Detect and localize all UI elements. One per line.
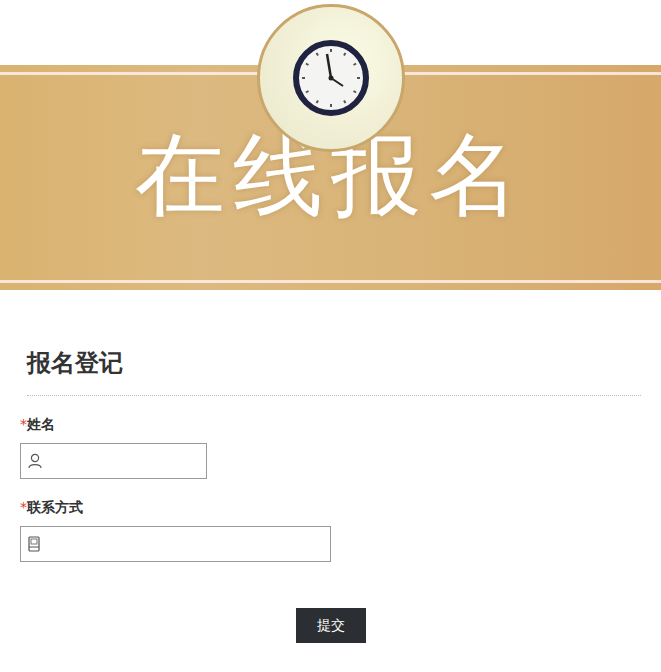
submit-button[interactable]: 提交 (296, 608, 366, 643)
field-label: *姓名 (20, 414, 641, 435)
phone-icon (21, 536, 40, 552)
form-field: *姓名 (20, 414, 641, 479)
form-field: *联系方式 (20, 497, 641, 562)
registration-form: 报名登记 *姓名 *联系方式提交 (0, 345, 661, 643)
required-mark: * (20, 416, 27, 432)
form-title: 报名登记 (27, 345, 641, 396)
banner: 在线报名 (0, 0, 661, 290)
person-icon (21, 453, 42, 469)
required-mark: * (20, 499, 27, 515)
input-box (20, 443, 207, 479)
name-input[interactable] (42, 445, 206, 477)
input-box (20, 526, 331, 562)
phone-input[interactable] (40, 528, 330, 560)
field-label: *联系方式 (20, 497, 641, 518)
clock-icon (257, 4, 405, 152)
